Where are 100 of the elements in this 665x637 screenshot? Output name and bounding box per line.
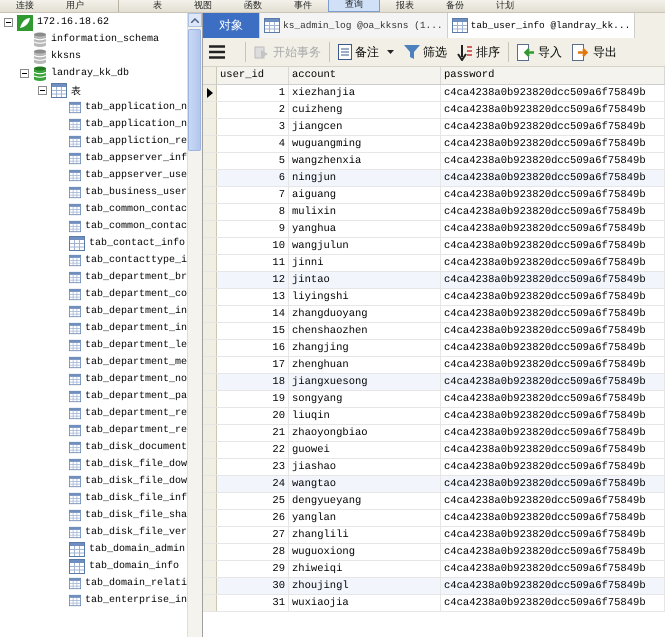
tree-item-label[interactable]: tab_disk_file_sha bbox=[84, 510, 187, 521]
menu-item[interactable]: 用户 bbox=[50, 0, 100, 12]
menu-item[interactable]: 连接 bbox=[0, 0, 50, 12]
table-icon bbox=[69, 474, 81, 489]
tree-item-label[interactable]: tab_application_n bbox=[84, 119, 187, 130]
tree-item-label[interactable]: tab_disk_file_inf bbox=[84, 493, 187, 504]
tab[interactable]: 对象 bbox=[203, 13, 260, 38]
table-cell: 29 bbox=[217, 561, 289, 577]
table-cell: c4ca4238a0b923820dcc509a6f75849b bbox=[441, 425, 665, 441]
column-header[interactable]: account bbox=[289, 67, 441, 84]
table-cell: zhangduoyang bbox=[289, 306, 441, 322]
menu-item[interactable]: 报表 bbox=[380, 0, 430, 12]
collapse-icon[interactable] bbox=[38, 86, 47, 95]
menu-icon[interactable] bbox=[209, 45, 225, 59]
caret-icon[interactable] bbox=[387, 50, 394, 54]
tree-item-label[interactable]: kksns bbox=[51, 51, 82, 62]
tree-item-label[interactable]: tab_department_re bbox=[84, 425, 187, 436]
tree-item-label[interactable]: 表 bbox=[71, 84, 81, 98]
toolbar-button[interactable]: 备注 bbox=[336, 42, 396, 62]
table-cell: mulixin bbox=[289, 204, 441, 220]
collapse-icon[interactable] bbox=[4, 18, 13, 27]
tree-item-label[interactable]: tab_domain_relati bbox=[84, 578, 187, 589]
table-cell: c4ca4238a0b923820dcc509a6f75849b bbox=[441, 391, 665, 407]
table-icon bbox=[69, 253, 81, 268]
tree-item-label[interactable]: tab_department_re bbox=[84, 408, 187, 419]
transaction-icon bbox=[254, 44, 270, 60]
tree-item-label[interactable]: tab_department_no bbox=[84, 374, 187, 385]
tab[interactable]: tab_user_info @landray_kk... bbox=[448, 13, 636, 38]
table-icon bbox=[69, 304, 81, 319]
table-icon bbox=[69, 423, 81, 438]
tree-item-label[interactable]: tab_department_in bbox=[84, 306, 187, 317]
column-header[interactable]: password bbox=[441, 67, 665, 84]
tree-item-label[interactable]: tab_department_in bbox=[84, 323, 187, 334]
tree-item-label[interactable]: tab_department_br bbox=[84, 272, 187, 283]
table-icon bbox=[69, 406, 81, 421]
menu-item[interactable]: 函数 bbox=[228, 0, 278, 12]
tree-item-label[interactable]: tab_disk_file_ver bbox=[84, 527, 187, 538]
tree-item-label[interactable]: tab_application_n bbox=[84, 102, 187, 113]
scrollbar[interactable] bbox=[187, 13, 202, 637]
tree-item-label[interactable]: information_schema bbox=[51, 34, 160, 45]
column-header[interactable]: user_id bbox=[217, 67, 289, 84]
tree-item-label[interactable]: tab_appliction_re bbox=[84, 136, 187, 147]
table-cell: 9 bbox=[217, 221, 289, 237]
table-cell: 10 bbox=[217, 238, 289, 254]
toolbar-button[interactable]: 排序 bbox=[455, 42, 502, 62]
scroll-up-icon[interactable] bbox=[191, 18, 199, 22]
toolbar-button[interactable]: 导出 bbox=[570, 42, 619, 62]
menu-item[interactable]: 事件 bbox=[278, 0, 328, 12]
tree-item-label[interactable]: tab_enterprise_in bbox=[84, 595, 187, 606]
tree-item-label[interactable]: tab_department_me bbox=[84, 357, 187, 368]
table-cell: 6 bbox=[217, 170, 289, 186]
table-cell: zhoujingl bbox=[289, 578, 441, 594]
toolbar-button[interactable]: 筛选 bbox=[402, 42, 449, 62]
table-cell: 22 bbox=[217, 442, 289, 458]
tree-item-label[interactable]: tab_appserver_inf bbox=[84, 153, 187, 164]
table-cell: c4ca4238a0b923820dcc509a6f75849b bbox=[441, 442, 665, 458]
table-cell: jintao bbox=[289, 272, 441, 288]
tree-item-label[interactable]: tab_disk_file_dow bbox=[84, 476, 187, 487]
tree-item-label[interactable]: landray_kk_db bbox=[51, 68, 130, 79]
table-icon bbox=[69, 270, 81, 285]
tree-item-label[interactable]: tab_business_user bbox=[84, 187, 187, 198]
menu-item[interactable]: 视图 bbox=[178, 0, 228, 12]
collapse-icon[interactable] bbox=[20, 69, 29, 78]
menu-item[interactable]: 表 bbox=[137, 0, 178, 12]
tree-item-label[interactable]: tab_common_contac bbox=[84, 221, 187, 232]
tree-item-label[interactable]: tab_contacttype_i bbox=[84, 255, 187, 266]
tab[interactable]: ks_admin_log @oa_kksns (1... bbox=[260, 13, 448, 38]
tree-item-label[interactable]: tab_department_pa bbox=[84, 391, 187, 402]
table-cell: c4ca4238a0b923820dcc509a6f75849b bbox=[441, 136, 665, 152]
tree-item-label[interactable]: tab_appserver_use bbox=[84, 170, 187, 181]
tree-item-label[interactable]: tab_department_le bbox=[84, 340, 187, 351]
table-cell: 26 bbox=[217, 510, 289, 526]
toolbar-button[interactable]: 导入 bbox=[515, 42, 564, 62]
tree-item-label[interactable]: tab_domain_info bbox=[89, 561, 180, 572]
table-cell: ningjun bbox=[289, 170, 441, 186]
current-row-icon bbox=[206, 88, 212, 98]
database-icon bbox=[33, 49, 47, 64]
table-cell: 23 bbox=[217, 459, 289, 475]
table-icon bbox=[69, 559, 85, 574]
tree-item-label[interactable]: tab_common_contac bbox=[84, 204, 187, 215]
table-icon bbox=[69, 117, 81, 132]
table-cell: 30 bbox=[217, 578, 289, 594]
table-cell: liuqin bbox=[289, 408, 441, 424]
filter-icon bbox=[404, 44, 420, 60]
table-cell: 1 bbox=[217, 85, 289, 101]
tree-item-label[interactable]: tab_domain_admin bbox=[89, 544, 186, 555]
tree-item-label[interactable]: tab_disk_file_dow bbox=[84, 459, 187, 470]
table-cell: 16 bbox=[217, 340, 289, 356]
table-icon bbox=[69, 100, 81, 115]
menu-item[interactable]: 计划 bbox=[480, 0, 530, 12]
scrollbar-thumb[interactable] bbox=[188, 29, 201, 151]
table-cell: c4ca4238a0b923820dcc509a6f75849b bbox=[441, 408, 665, 424]
table-icon bbox=[69, 168, 81, 183]
table-cell: zhaoyongbiao bbox=[289, 425, 441, 441]
tree-item-label[interactable]: tab_contact_info bbox=[89, 238, 186, 249]
tree-item-label[interactable]: tab_department_co bbox=[84, 289, 187, 300]
tree-item-label[interactable]: tab_disk_document bbox=[84, 442, 187, 453]
menu-item[interactable]: 备份 bbox=[430, 0, 480, 12]
tree-item-label[interactable]: 172.16.18.62 bbox=[37, 17, 110, 28]
table-icon bbox=[69, 355, 81, 370]
